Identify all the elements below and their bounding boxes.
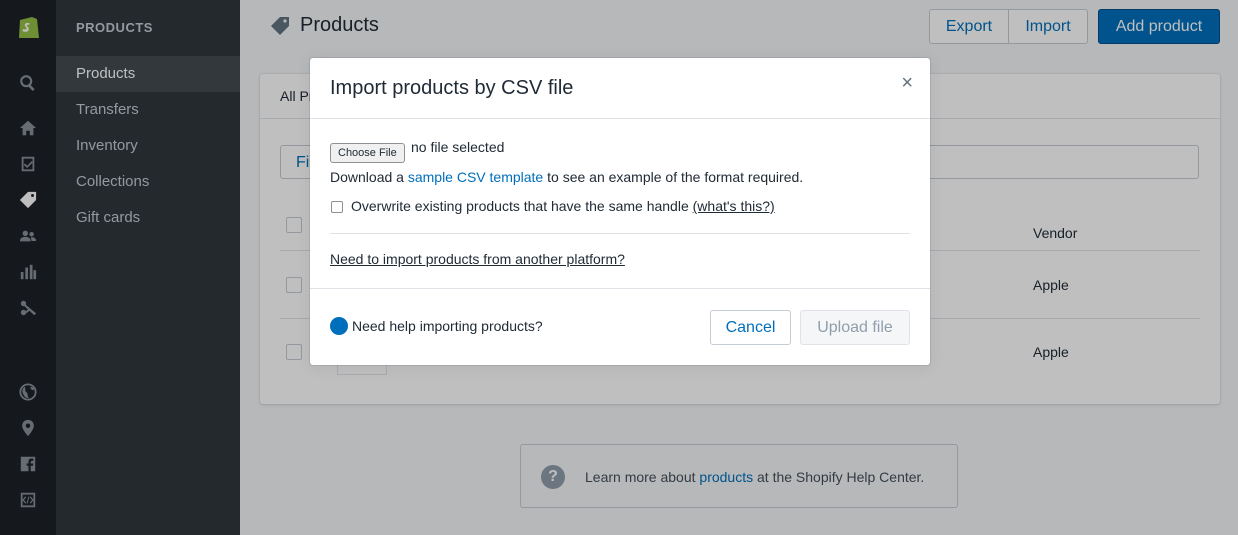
overwrite-label: Overwrite existing products that have th…: [351, 198, 775, 214]
file-status: no file selected: [411, 139, 505, 155]
overwrite-checkbox[interactable]: [331, 201, 343, 213]
close-icon[interactable]: ×: [901, 72, 913, 95]
download-instructions: Download a sample CSV template to see an…: [330, 169, 803, 185]
divider: [330, 233, 910, 234]
help-icon: [330, 317, 348, 335]
cancel-button[interactable]: Cancel: [710, 310, 791, 345]
modal-footer: Need help importing products? Cancel Upl…: [310, 288, 930, 366]
overwrite-text: Overwrite existing products that have th…: [351, 198, 689, 214]
sample-csv-link[interactable]: sample CSV template: [408, 169, 543, 185]
choose-file-button[interactable]: Choose File: [330, 143, 405, 163]
other-platform-link[interactable]: Need to import products from another pla…: [330, 251, 625, 267]
import-help-link[interactable]: Need help importing products?: [352, 318, 543, 334]
modal-title: Import products by CSV file: [330, 77, 574, 99]
import-csv-modal: Import products by CSV file × Choose Fil…: [310, 58, 930, 365]
download-suffix: to see an example of the format required…: [543, 169, 804, 185]
whats-this-link[interactable]: (what's this?): [693, 198, 775, 214]
modal-header: Import products by CSV file ×: [310, 58, 930, 119]
upload-file-button[interactable]: Upload file: [800, 310, 910, 345]
download-prefix: Download a: [330, 169, 408, 185]
